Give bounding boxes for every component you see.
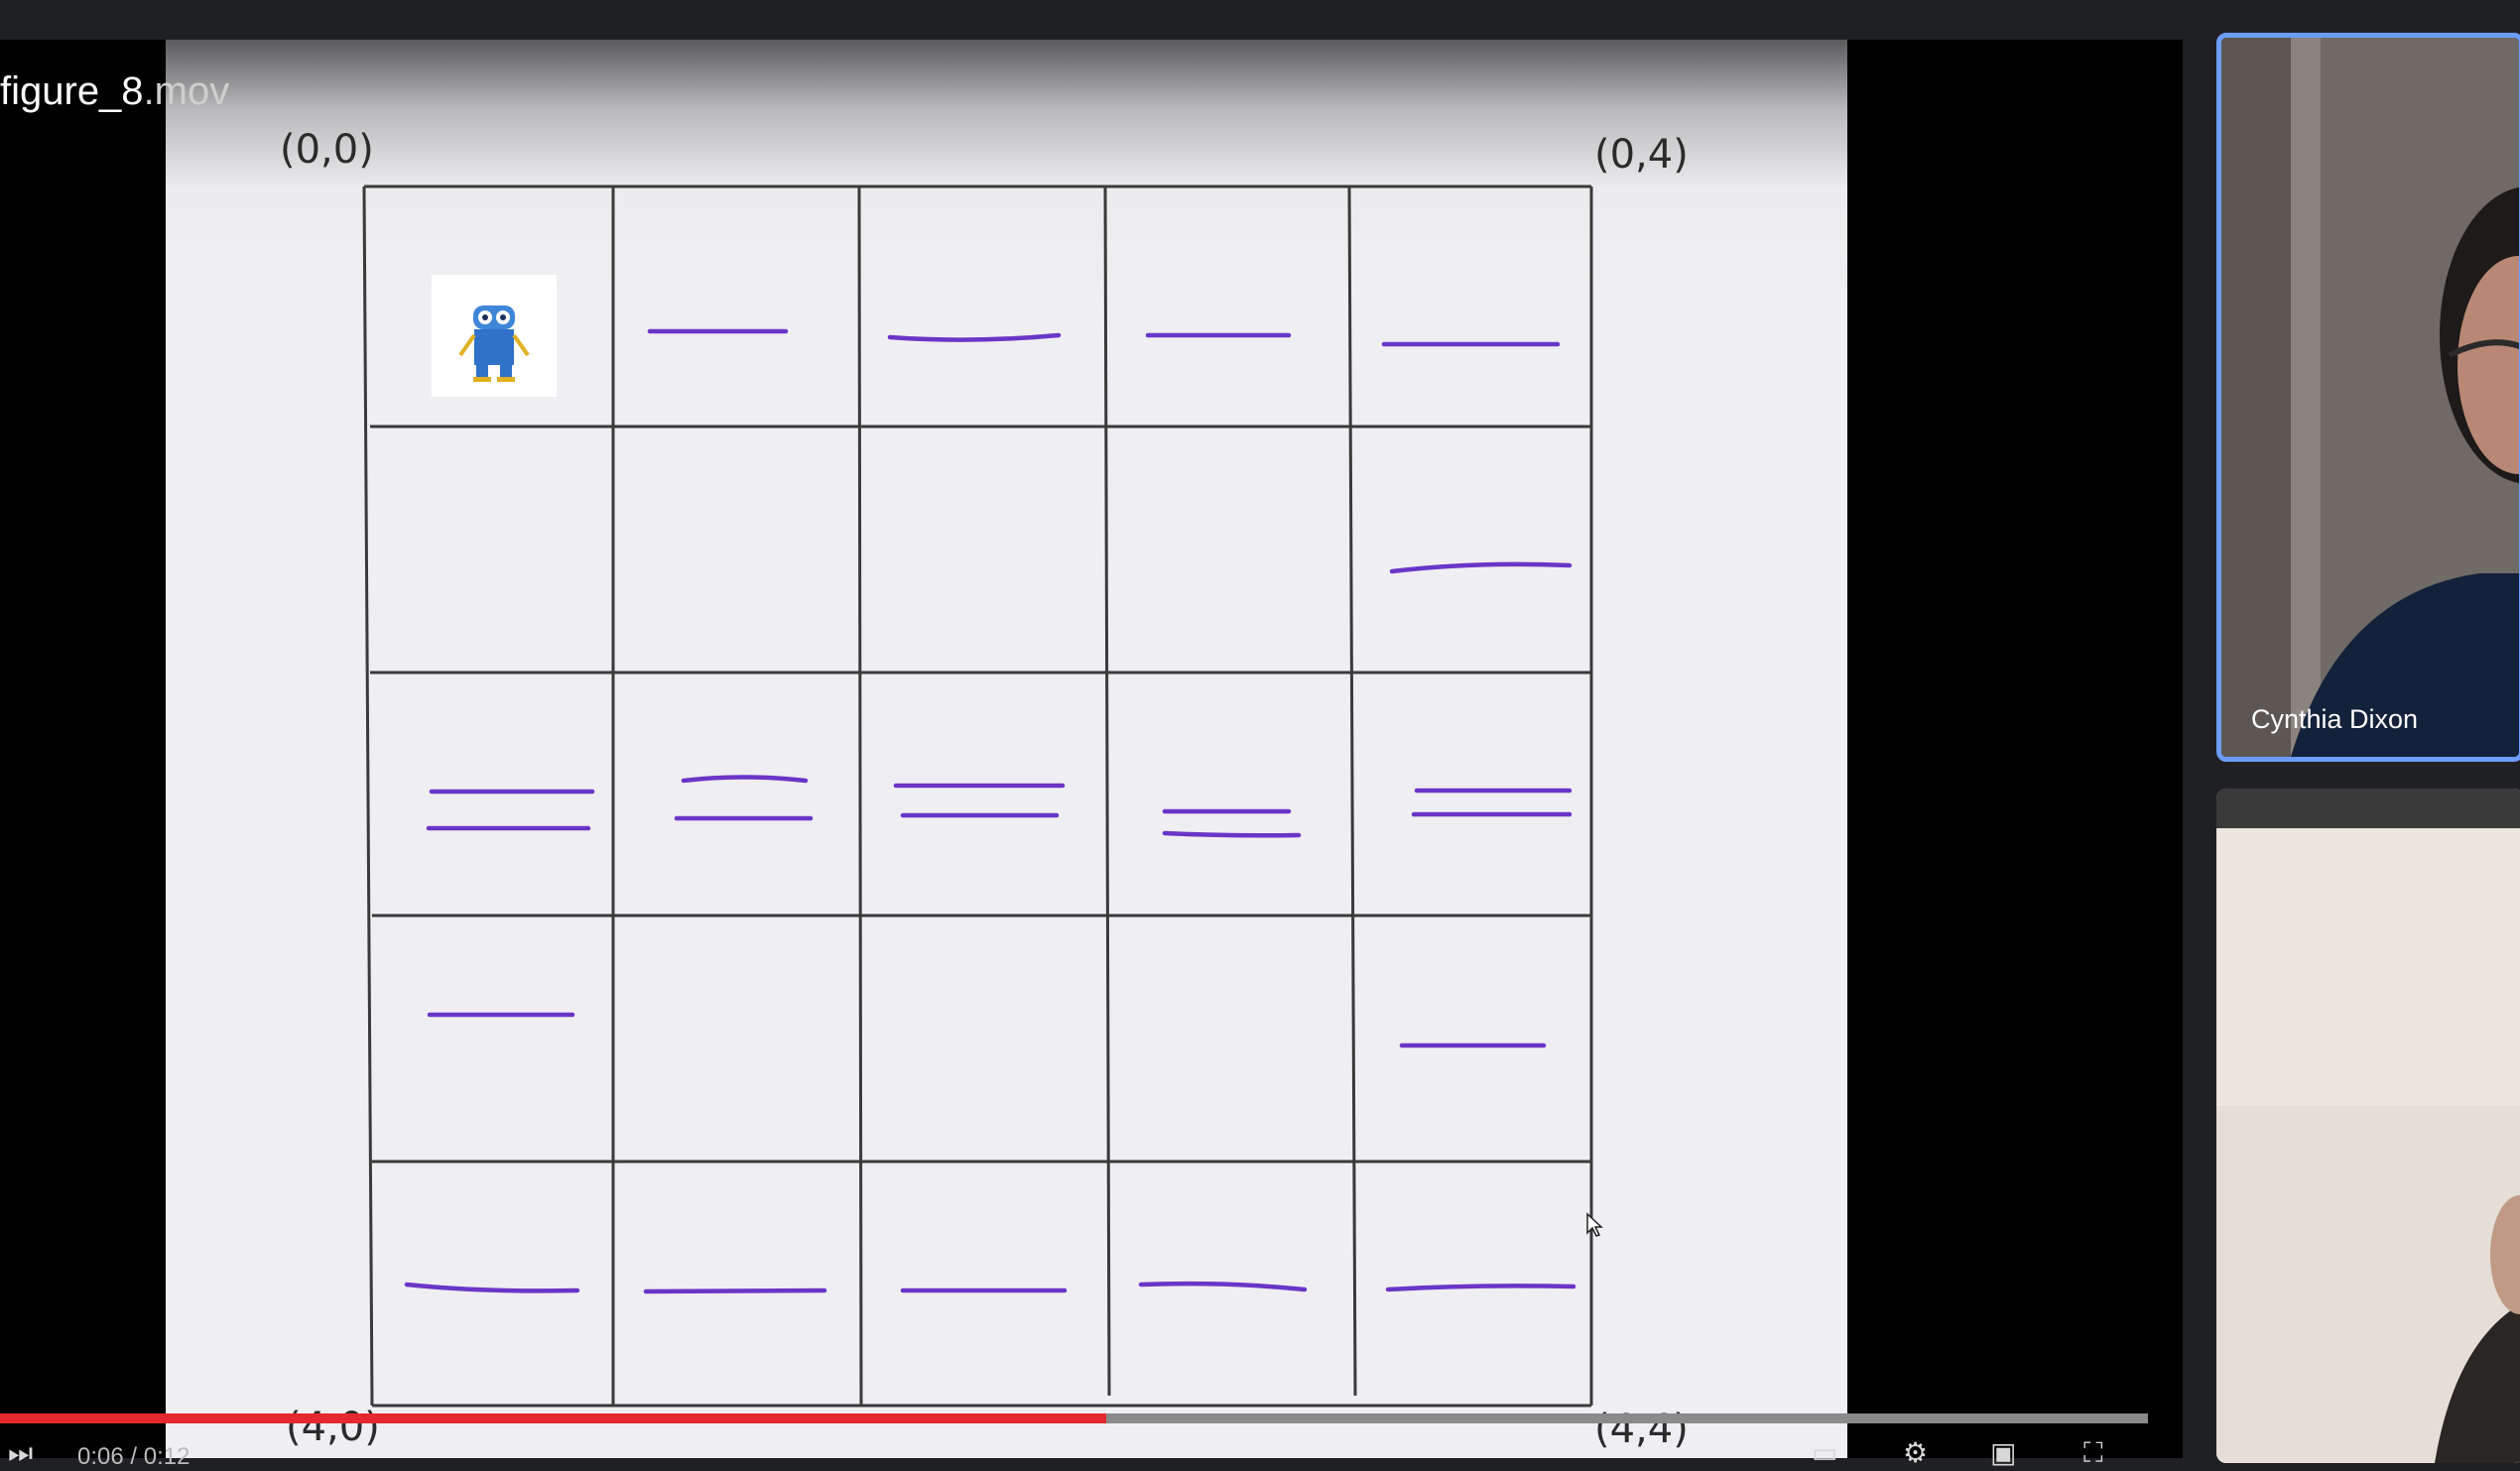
grid-line bbox=[1103, 185, 1111, 1397]
cursor-icon bbox=[1586, 1212, 1603, 1237]
grid-line bbox=[857, 185, 863, 1407]
pen-stroke bbox=[643, 1287, 827, 1294]
robot-icon bbox=[432, 275, 557, 397]
grid-line bbox=[1347, 185, 1357, 1397]
skip-icon[interactable]: ⏭ bbox=[8, 1439, 33, 1467]
participant-name: Cynthia Dixon bbox=[2251, 704, 2419, 734]
slide: (0,0) (0,4) (4,0) (4,4) bbox=[166, 40, 1847, 1458]
time-display: 0:06 / 0:12 bbox=[77, 1443, 190, 1470]
pen-stroke bbox=[404, 1282, 580, 1293]
fullscreen-icon[interactable]: ⛶ bbox=[2083, 1439, 2103, 1467]
participant-video bbox=[2221, 38, 2519, 757]
grid-line bbox=[362, 185, 374, 1407]
pen-strokes bbox=[404, 328, 1576, 1294]
pen-stroke bbox=[1389, 561, 1573, 574]
pen-stroke bbox=[1385, 1284, 1576, 1292]
participant-video bbox=[2216, 789, 2520, 1463]
settings-icon[interactable]: ⚙ bbox=[1903, 1439, 1928, 1467]
robot-pupil bbox=[482, 314, 488, 320]
video-title-name: figure_8 bbox=[0, 69, 144, 113]
captions-icon[interactable]: ▭ bbox=[1812, 1439, 1837, 1467]
video-title-ext: .mov bbox=[143, 69, 230, 113]
robot-pupil bbox=[500, 314, 506, 320]
video-title: figure_8.mov bbox=[0, 69, 229, 114]
pen-stroke bbox=[1138, 1281, 1308, 1292]
player-controls: ⏭ 0:06 / 0:12 ▭ ⚙ ▣ ⛶ bbox=[0, 1433, 2183, 1471]
pen-stroke bbox=[681, 775, 809, 784]
top-bar bbox=[0, 0, 2520, 40]
pen-stroke bbox=[1162, 830, 1302, 838]
corner-label-top-left: (0,0) bbox=[280, 127, 374, 173]
shared-screen[interactable]: (0,0) (0,4) (4,0) (4,4) figure_8.mov bbox=[0, 40, 2183, 1458]
robot-body bbox=[474, 329, 514, 365]
robot-leg bbox=[476, 365, 488, 377]
progress-fill bbox=[0, 1413, 1106, 1423]
participant-tile[interactable] bbox=[2216, 789, 2520, 1463]
grid-diagram bbox=[362, 184, 1603, 1408]
pen-stroke bbox=[887, 332, 1062, 342]
corner-label-top-right: (0,4) bbox=[1594, 132, 1689, 178]
participant-tile-active[interactable]: Cynthia Dixon bbox=[2216, 33, 2520, 762]
robot-foot bbox=[473, 377, 491, 382]
robot-foot bbox=[497, 377, 515, 382]
robot-leg bbox=[500, 365, 512, 377]
miniplayer-icon[interactable]: ▣ bbox=[1990, 1439, 2016, 1467]
